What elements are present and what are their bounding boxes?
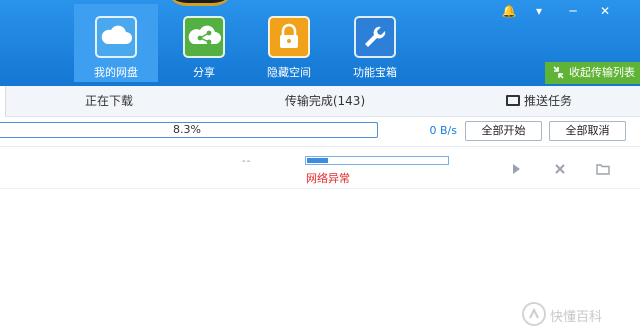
tab-label: 正在下载 — [84, 94, 133, 108]
watermark-logo-icon — [522, 302, 546, 326]
nav-label: 隐藏空间 — [267, 66, 311, 79]
open-folder-button[interactable] — [596, 161, 610, 175]
total-progress-bar: 8.3% — [0, 122, 378, 138]
tab-label: 推送任务 — [523, 94, 572, 108]
nav-my-netdisk[interactable]: 我的网盘 — [74, 4, 158, 82]
total-progress-percent: 8.3% — [173, 123, 201, 136]
download-task-row[interactable]: -- 网络异常 — [0, 147, 640, 189]
nav-hidden-space[interactable]: 隐藏空间 — [247, 4, 331, 82]
tab-divider — [0, 86, 6, 117]
wrench-icon — [354, 16, 396, 58]
lock-icon — [268, 16, 310, 58]
resume-task-button[interactable] — [509, 161, 523, 175]
collapse-transfer-list-button[interactable]: 收起传输列表 — [545, 62, 640, 84]
task-status: 网络异常 — [306, 172, 350, 185]
folder-icon — [596, 164, 610, 175]
task-progress-bar — [305, 156, 449, 165]
tab-completed[interactable]: 传输完成(143) — [212, 86, 438, 117]
nav-label: 我的网盘 — [94, 66, 138, 79]
download-speed: 0 B/s — [429, 124, 457, 137]
watermark-text: 快懂百科 — [550, 310, 603, 325]
cancel-all-button[interactable]: 全部取消 — [549, 121, 626, 141]
notification-bell-icon[interactable]: 🔔 — [498, 2, 520, 20]
transfer-tabs: 正在下载 传输完成(143) 推送任务 — [0, 86, 640, 117]
minimize-button[interactable]: ─ — [562, 2, 584, 20]
start-all-button[interactable]: 全部开始 — [465, 121, 542, 141]
share-icon — [183, 16, 225, 58]
app-window: 我的网盘 分享 隐藏空间 功能宝箱 🔔 ▾ ─ ✕ 收起传输列表 正在下载 传输… — [0, 0, 640, 331]
total-progress-row: 8.3% 0 B/s 全部开始 全部取消 — [0, 117, 640, 147]
play-icon — [513, 164, 520, 174]
nav-share[interactable]: 分享 — [162, 4, 246, 82]
menu-dropdown-icon[interactable]: ▾ — [528, 2, 550, 20]
close-button[interactable]: ✕ — [594, 2, 616, 20]
tab-downloading[interactable]: 正在下载 — [6, 86, 212, 117]
watermark: 快懂百科 — [522, 302, 640, 328]
close-icon — [555, 164, 565, 174]
nav-label: 分享 — [193, 66, 215, 79]
collapse-arrows-icon — [553, 66, 564, 79]
task-size: -- — [242, 156, 252, 167]
delete-task-button[interactable] — [553, 161, 567, 175]
collapse-label: 收起传输列表 — [569, 66, 635, 79]
push-task-icon — [505, 95, 520, 106]
tab-label: 传输完成(143) — [284, 94, 366, 108]
task-progress-fill — [307, 158, 328, 163]
nav-label: 功能宝箱 — [353, 66, 397, 79]
nav-toolbox[interactable]: 功能宝箱 — [333, 4, 417, 82]
tab-push-tasks[interactable]: 推送任务 — [438, 86, 640, 117]
cloud-icon — [95, 16, 137, 58]
